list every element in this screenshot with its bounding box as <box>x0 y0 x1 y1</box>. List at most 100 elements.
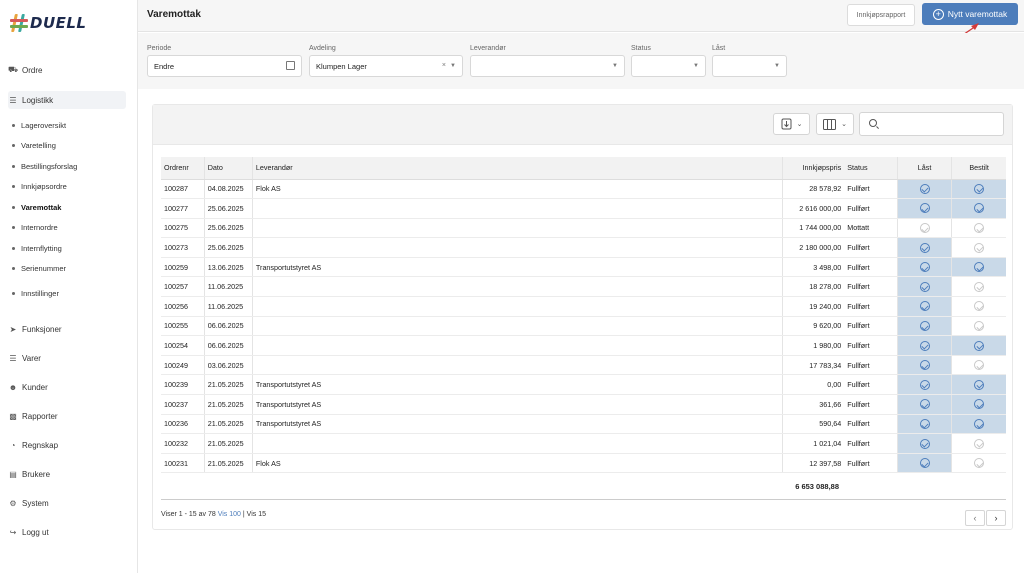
chevron-down-icon: ▼ <box>612 63 618 69</box>
show-100-link[interactable]: Vis 100 <box>218 511 241 518</box>
cell-last[interactable] <box>896 355 952 376</box>
sidebar-subitem-varemottak[interactable]: Varemottak <box>8 197 126 218</box>
col-last[interactable]: Låst <box>896 157 952 180</box>
cell-bestilt[interactable] <box>951 296 1006 317</box>
sidebar-subitem-bestillingsforslag[interactable]: Bestillingsforslag <box>8 156 126 177</box>
search-input[interactable] <box>859 112 1004 136</box>
table-row[interactable]: 100275 25.06.2025 1 744 000,00 Mottatt <box>161 218 1006 239</box>
cell-last[interactable] <box>896 316 952 337</box>
sidebar-item-funksjoner[interactable]: ➤ Funksjoner <box>8 315 126 344</box>
cell-last[interactable] <box>896 198 952 219</box>
sidebar-subitem-internordre[interactable]: Internordre <box>8 218 126 239</box>
cell-last[interactable] <box>896 276 952 298</box>
table-row[interactable]: 100259 13.06.2025 Transportutstyret AS 3 49… <box>161 257 1006 278</box>
table-row[interactable]: 100257 11.06.2025 18 278,00 Fullført <box>161 276 1006 298</box>
cell-bestilt[interactable] <box>951 276 1006 298</box>
cell-ordrenr: 100231 <box>161 453 205 474</box>
next-page-button[interactable]: › <box>986 510 1006 526</box>
table-row[interactable]: 100231 21.05.2025 Flok AS 12 397,58 Fullført <box>161 453 1006 474</box>
avdeling-select[interactable]: Klumpen Lager × ▼ <box>309 55 463 77</box>
table-row[interactable]: 100237 21.05.2025 Transportutstyret AS 361,… <box>161 394 1006 415</box>
bullet-icon <box>12 185 15 189</box>
cell-bestilt[interactable] <box>951 433 1006 454</box>
cell-bestilt[interactable] <box>951 374 1006 396</box>
sidebar-item-brukere[interactable]: ▤ Brukere <box>8 460 126 489</box>
purchase-report-button[interactable]: Innkjøpsrapport <box>847 4 915 26</box>
periode-picker[interactable]: Endre <box>147 55 302 77</box>
sidebar-item-logistikk[interactable]: ☰ Logistikk <box>8 91 126 109</box>
cell-last[interactable] <box>896 433 952 454</box>
sidebar-item-kunder[interactable]: ☻ Kunder <box>8 373 126 402</box>
cell-bestilt[interactable] <box>951 335 1006 356</box>
sidebar-subitem-varetelling[interactable]: Varetelling <box>8 136 126 157</box>
check-circle-icon <box>919 340 930 351</box>
col-innkjopspris[interactable]: Innkjøpspris <box>782 157 845 180</box>
new-goods-receipt-button[interactable]: + Nytt varemottak <box>922 3 1018 25</box>
sidebar-subitem-internflytting[interactable]: Internflytting <box>8 238 126 259</box>
cell-last[interactable] <box>896 414 952 435</box>
cell-bestilt[interactable] <box>951 355 1006 376</box>
col-bestilt[interactable]: Bestilt <box>951 157 1006 180</box>
col-dato[interactable]: Dato <box>203 157 253 180</box>
prev-page-button[interactable]: ‹ <box>965 510 985 526</box>
cell-bestilt[interactable] <box>951 198 1006 219</box>
cell-last[interactable] <box>896 374 952 396</box>
table-row[interactable]: 100277 25.06.2025 2 616 000,00 Fullført <box>161 198 1006 219</box>
table-row[interactable]: 100232 21.05.2025 1 021,04 Fullført <box>161 433 1006 454</box>
columns-button[interactable]: ⌄ <box>816 113 854 135</box>
cell-bestilt[interactable] <box>951 316 1006 337</box>
sidebar-subitem-innstillinger[interactable]: Innstillinger <box>8 283 126 303</box>
table-row[interactable]: 100287 04.08.2025 Flok AS 28 578,92 Fullført <box>161 179 1006 200</box>
sidebar-item-logg-ut[interactable]: ↪ Logg ut <box>8 518 126 547</box>
cell-last[interactable] <box>896 179 952 200</box>
pie-icon: ◔ <box>10 441 16 450</box>
sidebar-subitem-serienummer[interactable]: Serienummer <box>8 259 126 280</box>
leverandor-select[interactable]: ▼ <box>470 55 625 77</box>
sidebar-subitem-lageroversikt[interactable]: Lageroversikt <box>8 115 126 136</box>
logout-icon: ↪ <box>9 528 17 537</box>
cell-last[interactable] <box>896 453 952 474</box>
export-button[interactable]: ⌄ <box>773 113 810 135</box>
col-status[interactable]: Status <box>844 157 898 180</box>
table-row[interactable]: 100273 25.06.2025 2 180 000,00 Fullført <box>161 237 1006 258</box>
sidebar-subitem-innkjopsordre[interactable]: Innkjøpsordre <box>8 177 126 198</box>
status-select[interactable]: ▼ <box>631 55 706 77</box>
table-row[interactable]: 100255 06.06.2025 9 620,00 Fullført <box>161 316 1006 337</box>
sidebar-item-rapporter[interactable]: ▩ Rapporter <box>8 402 126 431</box>
sidebar-item-system[interactable]: ⚙ System <box>8 489 126 518</box>
table-row[interactable]: 100236 21.05.2025 Transportutstyret AS 590,… <box>161 414 1006 435</box>
table-row[interactable]: 100239 21.05.2025 Transportutstyret AS 0,00… <box>161 374 1006 396</box>
duell-logo[interactable]: DUELL <box>10 14 87 32</box>
col-ordrenr[interactable]: Ordrenr <box>161 157 205 180</box>
cell-last[interactable] <box>896 296 952 317</box>
cell-last[interactable] <box>896 237 952 258</box>
cell-bestilt[interactable] <box>951 179 1006 200</box>
cell-innkjopspris: 1 744 000,00 <box>782 218 845 239</box>
table-row[interactable]: 100249 03.06.2025 17 783,34 Fullført <box>161 355 1006 376</box>
cell-bestilt[interactable] <box>951 414 1006 435</box>
table-header-row: Ordrenr Dato Leverandør Innkjøpspris Sta… <box>161 157 1006 180</box>
sidebar-item-regnskap[interactable]: ◔ Regnskap <box>8 431 126 460</box>
cell-leverandor: Transportutstyret AS <box>251 414 783 435</box>
sidebar-item-ordre[interactable]: ⛟ Ordre <box>8 62 126 78</box>
cell-bestilt[interactable] <box>951 237 1006 258</box>
cell-bestilt[interactable] <box>951 453 1006 474</box>
sidebar-item-varer[interactable]: ☰ Varer <box>8 344 126 373</box>
cell-innkjopspris: 12 397,58 <box>782 453 845 474</box>
cell-last[interactable] <box>896 218 952 239</box>
bullet-icon <box>12 123 15 127</box>
show-15-link[interactable]: Vis 15 <box>247 511 266 518</box>
cell-bestilt[interactable] <box>951 218 1006 239</box>
table-row[interactable]: 100254 06.06.2025 1 980,00 Fullført <box>161 335 1006 356</box>
cell-last[interactable] <box>896 257 952 278</box>
cell-bestilt[interactable] <box>951 257 1006 278</box>
table-row[interactable]: 100256 11.06.2025 19 240,00 Fullført <box>161 296 1006 317</box>
col-leverandor[interactable]: Leverandør <box>251 157 783 180</box>
cell-last[interactable] <box>896 394 952 415</box>
cell-bestilt[interactable] <box>951 394 1006 415</box>
last-select[interactable]: ▼ <box>712 55 787 77</box>
cell-last[interactable] <box>896 335 952 356</box>
bullet-icon <box>12 291 15 295</box>
clear-icon[interactable]: × <box>442 62 446 69</box>
cell-dato: 25.06.2025 <box>203 198 253 219</box>
